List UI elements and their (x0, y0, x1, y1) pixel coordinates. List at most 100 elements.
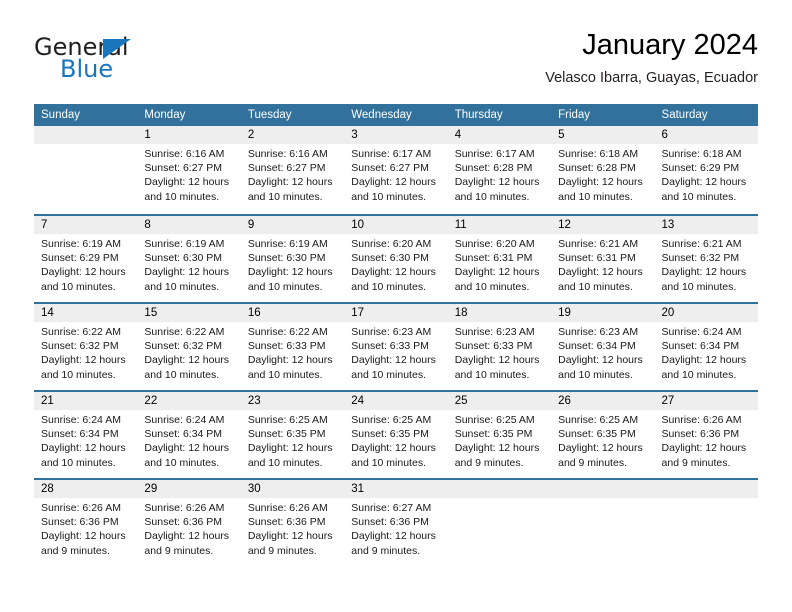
day-detail-line: Sunrise: 6:23 AM (351, 326, 432, 338)
day-detail-line: Daylight: 12 hours (144, 442, 230, 455)
calendar-day-cell[interactable]: 3 Sunrise: 6:17 AM Sunset: 6:27 PM Daylight… (344, 126, 448, 214)
day-detail-line: Sunset: 6:36 PM (351, 516, 429, 529)
day-detail-line: Daylight: 12 hours (661, 176, 747, 189)
day-detail-line: Sunrise: 6:26 AM (144, 502, 225, 514)
calendar-day-cell[interactable]: 2 Sunrise: 6:16 AM Sunset: 6:27 PM Daylight… (240, 126, 345, 214)
calendar-day-cell[interactable]: 5 Sunrise: 6:18 AM Sunset: 6:28 PM Daylight… (551, 126, 655, 214)
day-detail-line: Sunset: 6:30 PM (247, 252, 326, 265)
day-detail-line: Daylight: 12 hours (661, 442, 747, 455)
day-details (551, 498, 654, 501)
calendar-day-cell[interactable]: 24 Sunrise: 6:25 AM Sunset: 6:35 PM Dayligh… (344, 392, 448, 478)
day-detail-line: and 10 minutes. (558, 190, 633, 203)
calendar-day-cell[interactable]: 31 Sunrise: 6:27 AM Sunset: 6:36 PM Dayligh… (344, 480, 448, 566)
calendar-day-cell[interactable]: 6 Sunrise: 6:18 AM Sunset: 6:29 PM Daylight… (654, 126, 758, 214)
calendar-day-cell[interactable]: 20 Sunrise: 6:24 AM Sunset: 6:34 PM Dayligh… (654, 304, 758, 390)
day-detail-line: Sunset: 6:32 PM (41, 340, 119, 353)
day-detail-line: Daylight: 12 hours (558, 176, 643, 189)
calendar-day-cell[interactable]: 11 Sunrise: 6:20 AM Sunset: 6:31 PM Dayligh… (447, 216, 552, 302)
day-details: Sunrise: 6:16 AM Sunset: 6:27 PM Daylight:… (137, 144, 240, 204)
page-header: General Blue January 2024 Velasco Ibarra… (0, 0, 792, 100)
calendar-cell-empty (447, 480, 552, 566)
day-details (34, 144, 137, 147)
calendar-day-cell[interactable]: 18 Sunrise: 6:23 AM Sunset: 6:33 PM Dayligh… (447, 304, 552, 390)
day-detail-line: Sunrise: 6:23 AM (558, 326, 639, 338)
calendar-day-cell[interactable]: 16 Sunrise: 6:22 AM Sunset: 6:33 PM Dayligh… (240, 304, 345, 390)
day-detail-line: and 10 minutes. (144, 368, 220, 381)
day-number: 29 (137, 480, 241, 498)
day-detail-line: Daylight: 12 hours (247, 266, 333, 279)
calendar-day-cell[interactable]: 26 Sunrise: 6:25 AM Sunset: 6:35 PM Dayligh… (551, 392, 655, 478)
day-detail-line: and 10 minutes. (454, 368, 530, 381)
day-header-saturday: Saturday (661, 109, 708, 121)
day-detail-line: Sunset: 6:31 PM (454, 252, 533, 265)
day-number (654, 480, 758, 498)
day-header-tuesday: Tuesday (247, 109, 292, 121)
general-blue-logo[interactable]: General Blue (34, 34, 234, 90)
day-number: 19 (551, 304, 655, 322)
day-details: Sunrise: 6:21 AM Sunset: 6:31 PM Daylight:… (551, 234, 654, 294)
calendar-day-cell[interactable]: 17 Sunrise: 6:23 AM Sunset: 6:33 PM Dayligh… (344, 304, 448, 390)
day-detail-line: Daylight: 12 hours (247, 530, 333, 543)
day-detail-line: Sunrise: 6:16 AM (247, 148, 328, 160)
calendar-day-cell[interactable]: 23 Sunrise: 6:25 AM Sunset: 6:35 PM Dayligh… (240, 392, 345, 478)
calendar-day-cell[interactable]: 7 Sunrise: 6:19 AM Sunset: 6:29 PM Daylight… (34, 216, 138, 302)
calendar-day-cell[interactable]: 28 Sunrise: 6:26 AM Sunset: 6:36 PM Dayligh… (34, 480, 138, 566)
day-detail-line: Sunset: 6:32 PM (144, 340, 223, 353)
calendar-day-cell[interactable]: 4 Sunrise: 6:17 AM Sunset: 6:28 PM Daylight… (447, 126, 552, 214)
day-detail-line: Sunrise: 6:24 AM (41, 414, 121, 426)
day-detail-line: Sunrise: 6:21 AM (558, 238, 639, 250)
day-header-thursday: Thursday (454, 109, 503, 121)
day-detail-line: Sunrise: 6:21 AM (661, 238, 742, 250)
day-detail-line: Daylight: 12 hours (454, 176, 540, 189)
day-number: 22 (137, 392, 241, 410)
day-detail-line: Sunset: 6:28 PM (558, 162, 636, 175)
day-details: Sunrise: 6:24 AM Sunset: 6:34 PM Daylight:… (655, 322, 758, 382)
calendar-day-cell[interactable]: 21 Sunrise: 6:24 AM Sunset: 6:34 PM Dayligh… (34, 392, 138, 478)
day-number: 1 (137, 126, 241, 144)
day-details: Sunrise: 6:25 AM Sunset: 6:35 PM Daylight:… (241, 410, 344, 470)
day-header-wednesday: Wednesday (351, 109, 412, 121)
day-detail-line: Daylight: 12 hours (144, 176, 230, 189)
day-number: 26 (551, 392, 655, 410)
page-subtitle: Velasco Ibarra, Guayas, Ecuador (545, 70, 758, 86)
day-detail-line: Sunrise: 6:25 AM (351, 414, 432, 426)
day-details: Sunrise: 6:22 AM Sunset: 6:32 PM Daylight:… (34, 322, 137, 382)
day-number: 21 (34, 392, 138, 410)
page-title: January 2024 (582, 29, 758, 61)
calendar-day-cell[interactable]: 10 Sunrise: 6:20 AM Sunset: 6:30 PM Dayligh… (344, 216, 448, 302)
day-number: 20 (654, 304, 758, 322)
day-details: Sunrise: 6:26 AM Sunset: 6:36 PM Daylight:… (137, 498, 240, 558)
day-detail-line: and 10 minutes. (247, 280, 323, 293)
title-block: January 2024 Velasco Ibarra, Guayas, Ecu… (545, 28, 758, 87)
calendar-day-cell[interactable]: 15 Sunrise: 6:22 AM Sunset: 6:32 PM Dayligh… (137, 304, 241, 390)
calendar-week-row: 28 Sunrise: 6:26 AM Sunset: 6:36 PM Dayligh… (34, 478, 758, 566)
calendar-cell-empty (551, 480, 655, 566)
day-number: 7 (34, 216, 138, 234)
calendar-day-cell[interactable]: 29 Sunrise: 6:26 AM Sunset: 6:36 PM Dayligh… (137, 480, 241, 566)
calendar-day-cell[interactable]: 19 Sunrise: 6:23 AM Sunset: 6:34 PM Dayligh… (551, 304, 655, 390)
day-number: 24 (344, 392, 448, 410)
day-details: Sunrise: 6:25 AM Sunset: 6:35 PM Daylight:… (448, 410, 551, 470)
day-detail-line: and 10 minutes. (351, 190, 426, 203)
calendar-day-cell[interactable]: 30 Sunrise: 6:26 AM Sunset: 6:36 PM Dayligh… (240, 480, 345, 566)
calendar-day-cell[interactable]: 22 Sunrise: 6:24 AM Sunset: 6:34 PM Dayligh… (137, 392, 241, 478)
day-header-friday: Friday (558, 109, 591, 121)
calendar-day-cell[interactable]: 8 Sunrise: 6:19 AM Sunset: 6:30 PM Daylight… (137, 216, 241, 302)
day-detail-line: Daylight: 12 hours (41, 354, 126, 367)
calendar-day-cell[interactable]: 9 Sunrise: 6:19 AM Sunset: 6:30 PM Daylight… (240, 216, 345, 302)
day-detail-line: Sunrise: 6:27 AM (351, 502, 432, 514)
day-detail-line: Daylight: 12 hours (351, 530, 436, 543)
day-detail-line: Daylight: 12 hours (41, 530, 126, 543)
day-detail-line: Sunset: 6:27 PM (144, 162, 223, 175)
calendar-day-cell[interactable]: 27 Sunrise: 6:26 AM Sunset: 6:36 PM Dayligh… (654, 392, 758, 478)
calendar-day-cell[interactable]: 25 Sunrise: 6:25 AM Sunset: 6:35 PM Dayligh… (447, 392, 552, 478)
day-detail-line: and 10 minutes. (351, 368, 426, 381)
day-detail-line: Sunset: 6:36 PM (661, 428, 740, 441)
calendar-day-cell[interactable]: 1 Sunrise: 6:16 AM Sunset: 6:27 PM Daylight… (137, 126, 241, 214)
day-detail-line: Sunset: 6:36 PM (41, 516, 119, 529)
calendar-day-cell[interactable]: 12 Sunrise: 6:21 AM Sunset: 6:31 PM Dayligh… (551, 216, 655, 302)
day-detail-line: Sunrise: 6:25 AM (558, 414, 639, 426)
calendar-day-cell[interactable]: 14 Sunrise: 6:22 AM Sunset: 6:32 PM Dayligh… (34, 304, 138, 390)
calendar-day-cell[interactable]: 13 Sunrise: 6:21 AM Sunset: 6:32 PM Dayligh… (654, 216, 758, 302)
day-number: 2 (240, 126, 345, 144)
